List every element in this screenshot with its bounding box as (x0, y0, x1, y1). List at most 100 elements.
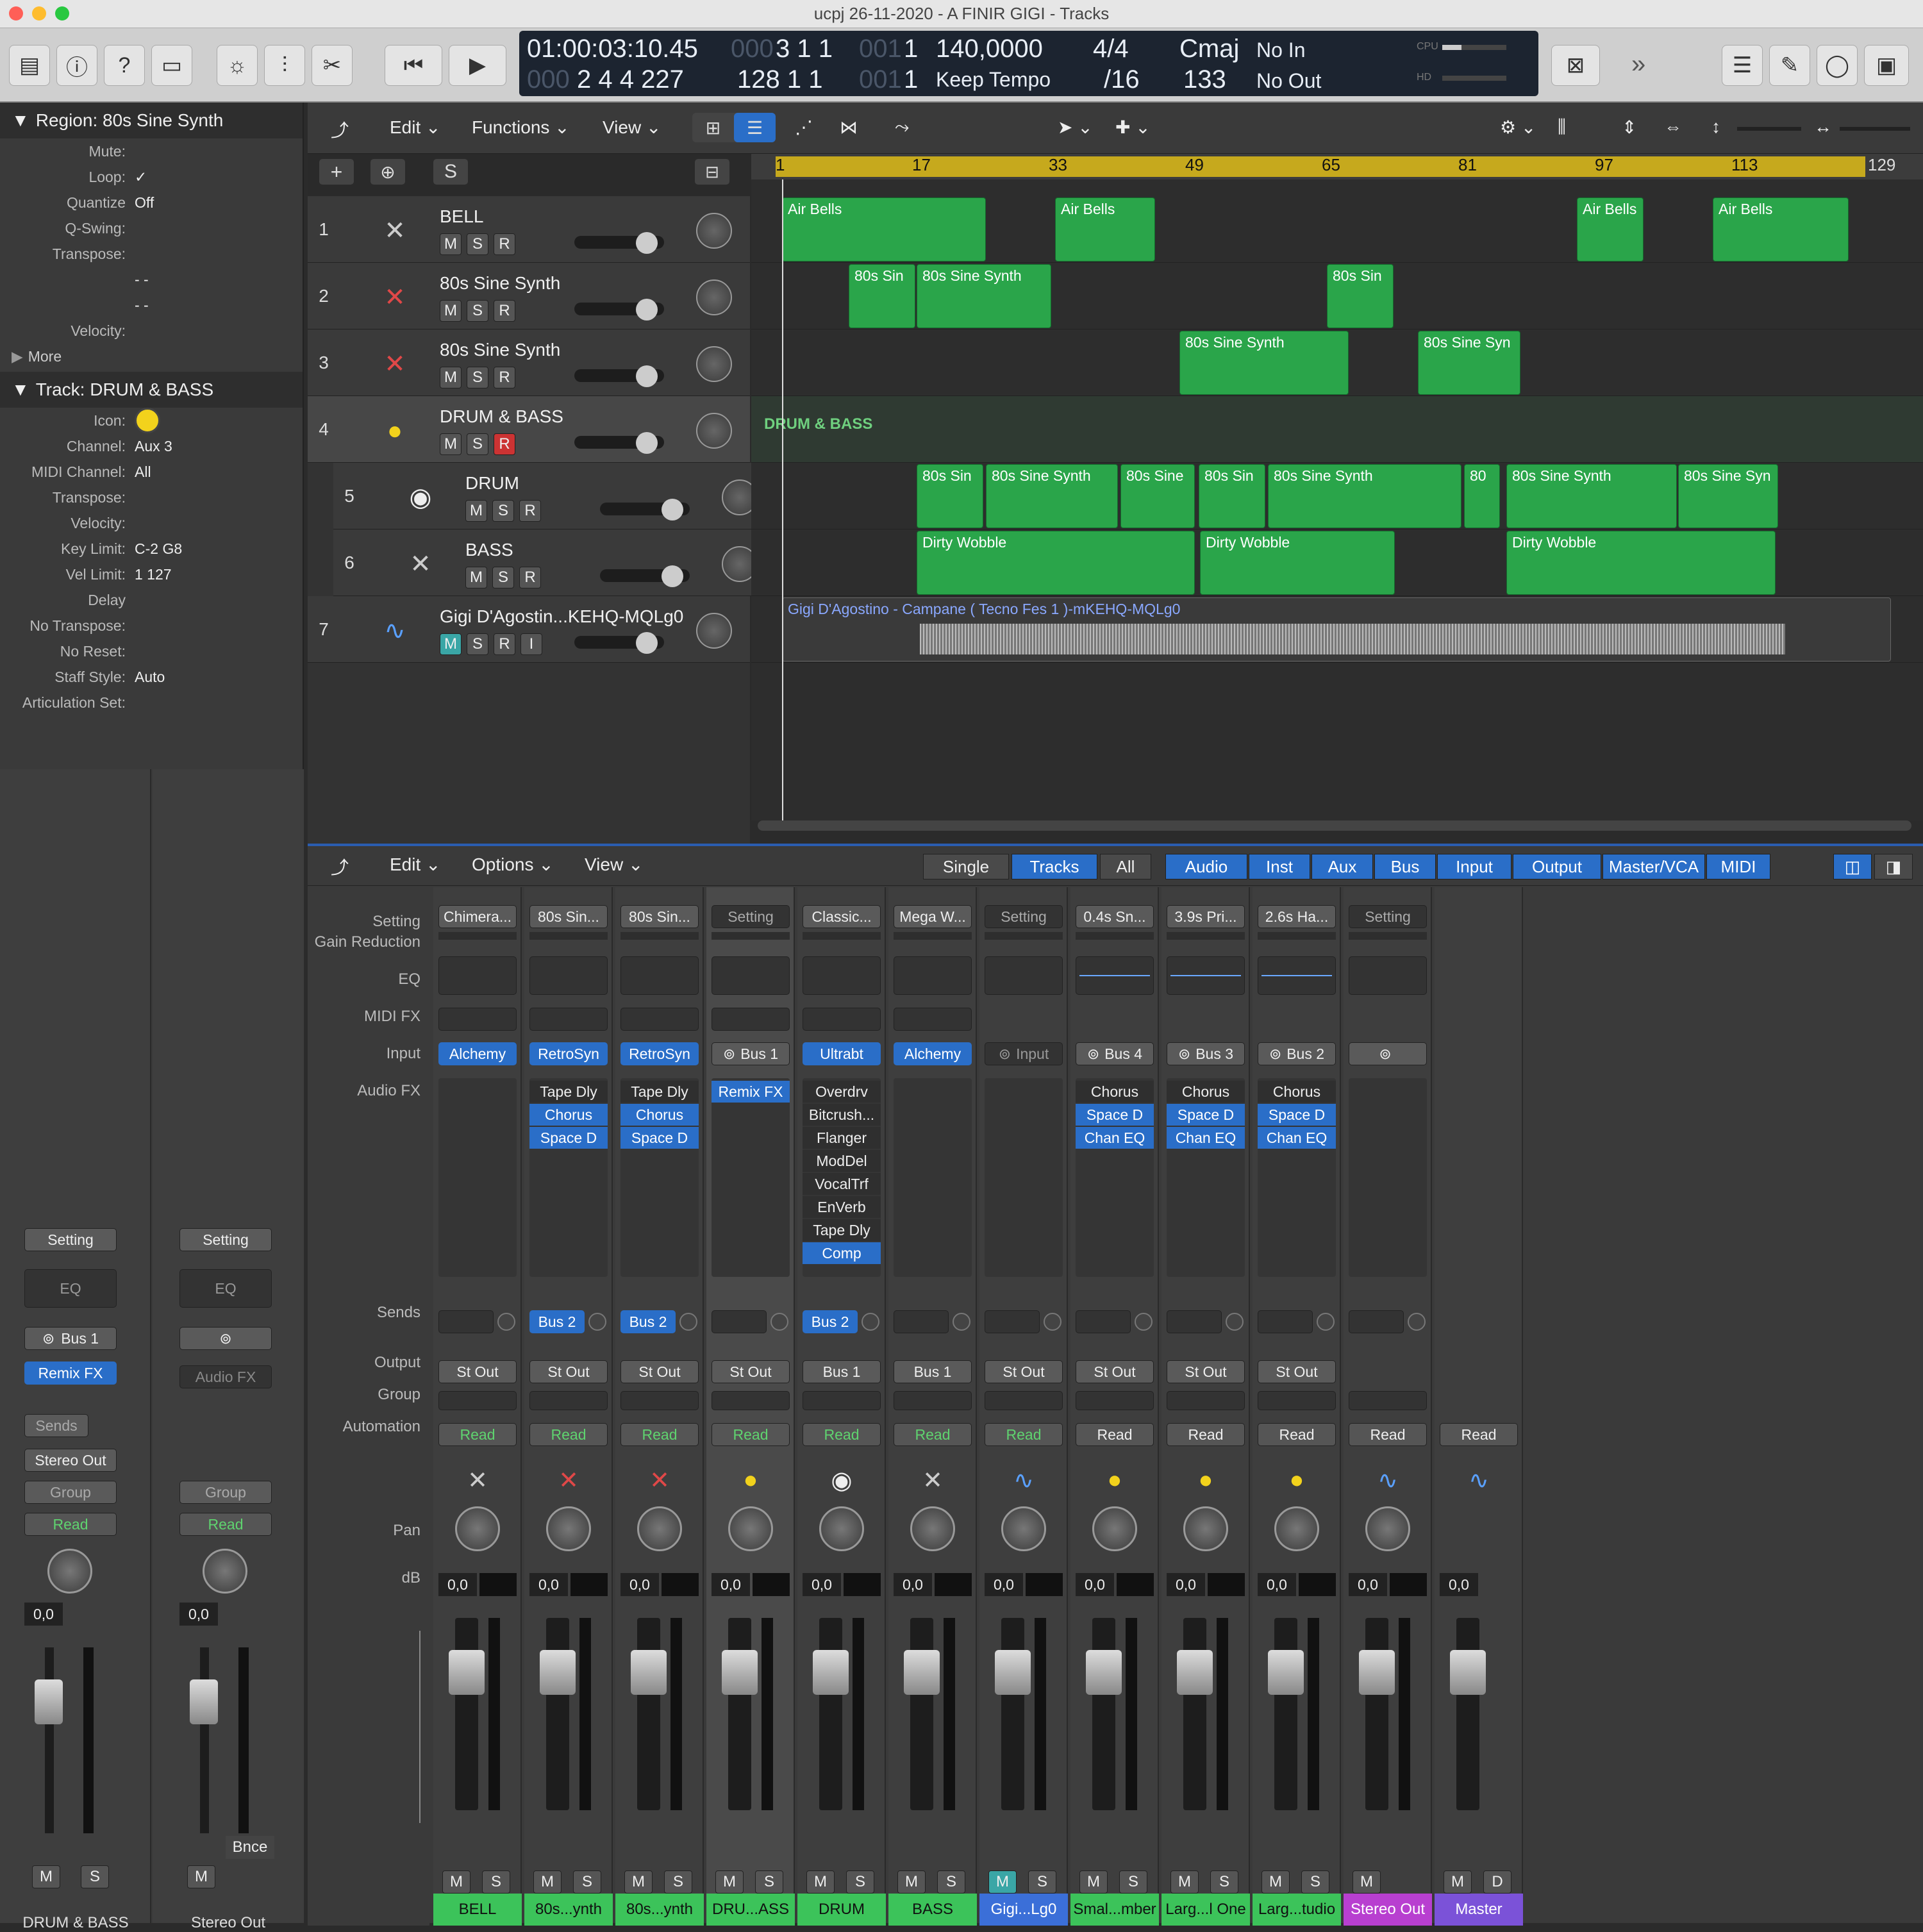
send-slot[interactable] (1076, 1310, 1131, 1333)
eq-display[interactable]: EQ (24, 1269, 117, 1308)
midi-region[interactable]: Air Bells (1577, 197, 1644, 262)
track-lane[interactable] (751, 396, 1923, 463)
setting-button[interactable]: Setting (712, 905, 790, 928)
strip-name[interactable]: Smal...mber (1070, 1894, 1159, 1926)
audio-fx-slot[interactable]: Chorus (620, 1104, 699, 1126)
region-row[interactable]: Loop: ✓ (0, 164, 303, 190)
input-slot[interactable]: ⊚ (179, 1327, 272, 1350)
input-slot[interactable]: ⊚ Input (985, 1042, 1063, 1065)
pan-knob[interactable] (696, 213, 732, 249)
arrange-area[interactable]: 1 17 33 49 65 81 97 113 129 DRUM & BASS Air Bells… (751, 154, 1923, 831)
view-menu[interactable]: View ⌄ (603, 117, 661, 138)
track-inspector-header[interactable]: ▼ Track: DRUM & BASS (0, 372, 303, 408)
vertical-fit-icon[interactable]: ⇕ (1622, 117, 1636, 138)
volume-fader[interactable] (1001, 1618, 1024, 1810)
fader-cap[interactable] (190, 1679, 218, 1724)
eq-display[interactable] (1167, 956, 1245, 995)
midi-fx-slot[interactable] (894, 1008, 972, 1031)
solo-button[interactable]: S (1119, 1870, 1147, 1894)
midi-region[interactable]: Dirty Wobble (917, 531, 1195, 595)
volume-fader[interactable] (1274, 1618, 1297, 1810)
snap-gear-icon[interactable]: ⚙ ⌄ (1500, 117, 1536, 138)
mixer-filter-button[interactable]: Audio (1165, 854, 1247, 879)
add-track-icon[interactable]: + (319, 159, 354, 185)
track-header[interactable]: 4 ● DRUM & BASS M S R (308, 396, 750, 463)
mixer-layout-icon[interactable]: ◫ (1833, 854, 1872, 879)
cycle-region[interactable] (776, 156, 1865, 177)
output-slot[interactable]: St Out (1258, 1360, 1336, 1383)
browsers-icon[interactable]: ▣ (1864, 45, 1909, 86)
region-row[interactable]: Quantize Off (0, 190, 303, 215)
mute-button[interactable]: M (440, 633, 462, 655)
mute-button[interactable]: M (1170, 1870, 1199, 1894)
param-value[interactable]: Aux 3 (135, 438, 172, 455)
param-value[interactable]: ✓ (135, 169, 147, 186)
volume-fader[interactable] (455, 1618, 478, 1810)
midi-region[interactable]: Air Bells (1055, 197, 1155, 262)
audio-fx-slot[interactable]: Chan EQ (1167, 1127, 1245, 1149)
mixer-edit-menu[interactable]: Edit ⌄ (390, 854, 441, 875)
output-slot[interactable]: St Out (1076, 1360, 1154, 1383)
group-slot[interactable]: Group (179, 1481, 272, 1504)
volume-fader[interactable] (1456, 1618, 1479, 1810)
editors-icon[interactable]: ✂ (312, 45, 353, 86)
setting-button[interactable]: Setting (985, 905, 1063, 928)
audio-fx-slot[interactable]: Chorus (1167, 1081, 1245, 1103)
input-slot[interactable]: ⊚ Bus 1 (24, 1327, 117, 1350)
output-slot[interactable]: Bus 1 (894, 1360, 972, 1383)
volume-knob[interactable] (636, 365, 658, 387)
track-name[interactable]: BELL (440, 206, 484, 227)
loop-browser-icon[interactable]: ◯ (1817, 45, 1858, 86)
setting-button[interactable]: Chimera... (438, 905, 517, 928)
toolbar-icon[interactable]: ▭ (151, 45, 192, 86)
duplicate-track-icon[interactable]: ⊕ (370, 159, 405, 185)
mixer-filter-button[interactable]: Input (1437, 854, 1511, 879)
send-slot[interactable]: Bus 2 (803, 1310, 858, 1333)
record-enable-button[interactable]: R (519, 567, 541, 588)
mixer-view-menu[interactable]: View ⌄ (585, 854, 643, 875)
track-row[interactable]: No Transpose: (0, 613, 303, 638)
mute-button[interactable]: M (440, 233, 462, 255)
automation-mode[interactable]: Read (712, 1423, 790, 1446)
strip-name[interactable]: 80s...ynth (615, 1894, 704, 1926)
track-name[interactable]: 80s Sine Synth (440, 273, 560, 294)
strip-name[interactable]: BASS (888, 1894, 977, 1926)
horizontal-scrollbar[interactable] (758, 820, 1911, 831)
solo-button[interactable]: S (755, 1870, 783, 1894)
automation-icon[interactable]: ⋰ (795, 117, 813, 138)
solo-button[interactable]: S (467, 433, 488, 455)
mute-button[interactable]: M (533, 1870, 562, 1894)
automation-mode[interactable]: Read (1076, 1423, 1154, 1446)
input-slot[interactable]: RetroSyn (529, 1042, 608, 1065)
midi-region[interactable]: 80s Sine Synth (1179, 331, 1349, 395)
send-level-knob[interactable] (953, 1313, 970, 1331)
mute-button[interactable]: M (1261, 1870, 1290, 1894)
strip-name[interactable]: BELL (433, 1894, 522, 1926)
input-slot[interactable]: ⊚ Bus 2 (1258, 1042, 1336, 1065)
input-slot[interactable]: Ultrabt (803, 1042, 881, 1065)
group-slot[interactable] (1258, 1391, 1336, 1410)
solo-button[interactable]: S (467, 233, 488, 255)
audio-fx-slot[interactable]: Remix FX (712, 1081, 790, 1103)
automation-mode[interactable]: Read (1167, 1423, 1245, 1446)
send-level-knob[interactable] (497, 1313, 515, 1331)
track-header[interactable]: 3 ✕ 80s Sine Synth M S R (308, 329, 750, 396)
setting-button[interactable]: 0.4s Sn... (1076, 905, 1154, 928)
volume-knob[interactable] (662, 499, 683, 520)
input-slot[interactable]: ⊚ Bus 4 (1076, 1042, 1154, 1065)
mute-button[interactable]: M (187, 1865, 215, 1888)
eq-display[interactable] (985, 956, 1063, 995)
more-toggle[interactable]: ▶ More (0, 344, 303, 369)
back-arrow-icon[interactable]: ⤴ (331, 117, 349, 142)
input-slot[interactable]: ⊚ Bus 1 (712, 1042, 790, 1065)
volume-fader[interactable] (200, 1647, 209, 1833)
audio-fx-slot[interactable]: Bitcrush... (803, 1104, 881, 1126)
audio-fx-slot[interactable]: Audio FX (179, 1365, 272, 1388)
track-row[interactable]: MIDI Channel: All (0, 459, 303, 485)
solo-button[interactable]: S (492, 500, 514, 522)
send-slot[interactable]: Bus 2 (529, 1310, 585, 1333)
edit-menu[interactable]: Edit ⌄ (390, 117, 441, 138)
solo-button[interactable]: S (664, 1870, 692, 1894)
region-inspector-header[interactable]: ▼ Region: 80s Sine Synth (0, 103, 303, 138)
back-arrow-icon[interactable]: ⤴ (331, 854, 349, 879)
